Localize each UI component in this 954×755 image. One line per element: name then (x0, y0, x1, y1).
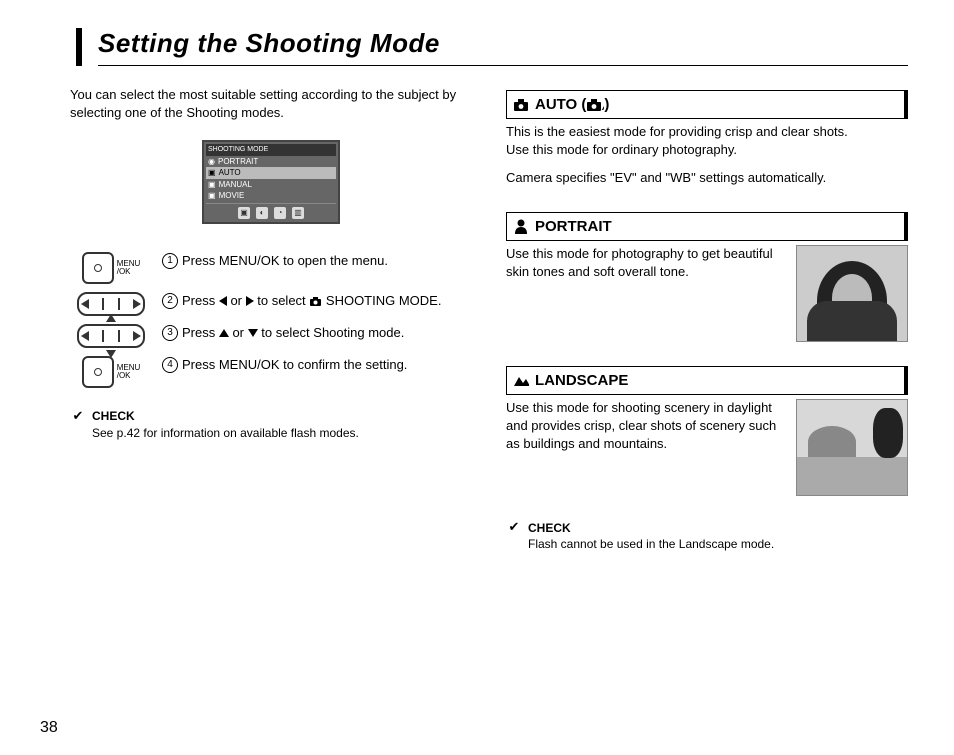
step-number: 4 (162, 357, 178, 373)
camera-a-icon: A (586, 98, 604, 112)
lcd-item-movie: ▣MOVIE (206, 190, 336, 201)
step-number: 1 (162, 253, 178, 269)
step-2: 2 Press or to select SHOOTING MODE. (70, 292, 472, 316)
intro-text: You can select the most suitable setting… (70, 86, 472, 122)
page-number: 38 (40, 719, 58, 737)
step-text: Press or to select SHOOTING MODE. (182, 292, 441, 310)
settings-icon: ▥ (292, 207, 304, 219)
up-arrow-icon (219, 329, 229, 337)
mode-body: Use this mode for ordinary photography. (506, 141, 908, 159)
step-number: 2 (162, 293, 178, 309)
lcd-bottom-icons: ▣ ◐ ◔ ▥ (206, 203, 336, 220)
steps-list: MENU/OK 1 Press MENU/OK to open the menu… (70, 252, 472, 388)
check-note-left: ✔ CHECK See p.42 for information on avai… (70, 408, 472, 442)
left-column: You can select the most suitable setting… (70, 86, 472, 553)
camera-icon (309, 296, 322, 307)
mode-body: Use this mode for photography to get bea… (506, 245, 784, 281)
left-right-dpad-image (70, 292, 152, 316)
step-number: 3 (162, 325, 178, 341)
page-title-wrap: Setting the Shooting Mode (76, 28, 908, 66)
left-arrow-icon (219, 296, 227, 306)
menu-ok-button-image: MENU/OK (70, 356, 152, 388)
timer-icon: ◔ (274, 207, 286, 219)
step-3: 3 Press or to select Shooting mode. (70, 324, 472, 348)
mode-body: This is the easiest mode for providing c… (506, 123, 908, 141)
lcd-header: SHOOTING MODE (206, 144, 336, 156)
portrait-icon (513, 218, 529, 234)
step-1: MENU/OK 1 Press MENU/OK to open the menu… (70, 252, 472, 284)
mode-body: Use this mode for shooting scenery in da… (506, 399, 784, 454)
check-title: CHECK (92, 409, 135, 423)
step-text: Press MENU/OK to confirm the setting. (182, 356, 407, 374)
check-icon: ✔ (70, 408, 86, 424)
mode-portrait: PORTRAIT Use this mode for photography t… (506, 212, 908, 342)
camera-icon: ▣ (238, 207, 250, 219)
portrait-sample-image (796, 245, 908, 342)
mode-title: AUTO (A) (535, 94, 609, 115)
mode-title: LANDSCAPE (535, 370, 628, 391)
lcd-item-portrait: ◉PORTRAIT (206, 156, 336, 167)
camera-icon (513, 97, 529, 113)
mode-landscape: LANDSCAPE Use this mode for shooting sce… (506, 366, 908, 496)
step-text: Press MENU/OK to open the menu. (182, 252, 388, 270)
flash-icon: ◐ (256, 207, 268, 219)
check-icon: ✔ (506, 520, 522, 536)
mode-auto: AUTO (A) This is the easiest mode for pr… (506, 90, 908, 188)
mode-title: PORTRAIT (535, 216, 612, 237)
landscape-icon (513, 372, 529, 388)
landscape-sample-image (796, 399, 908, 496)
right-arrow-icon (246, 296, 254, 306)
check-text: See p.42 for information on available fl… (92, 426, 359, 440)
up-down-dpad-image (70, 324, 152, 348)
check-note-right: ✔ CHECK Flash cannot be used in the Land… (506, 520, 908, 554)
step-text: Press or to select Shooting mode. (182, 324, 404, 342)
lcd-item-auto: ▣AUTO (206, 167, 336, 178)
menu-ok-button-image: MENU/OK (70, 252, 152, 284)
down-arrow-icon (248, 329, 258, 337)
mode-body: Camera specifies "EV" and "WB" settings … (506, 169, 908, 187)
lcd-item-manual: ▣MANUAL (206, 179, 336, 190)
lcd-screen: SHOOTING MODE ◉PORTRAIT ▣AUTO ▣MANUAL ▣M… (202, 140, 340, 224)
right-column: AUTO (A) This is the easiest mode for pr… (506, 86, 908, 553)
step-4: MENU/OK 4 Press MENU/OK to confirm the s… (70, 356, 472, 388)
check-title: CHECK (528, 521, 571, 535)
page-title: Setting the Shooting Mode (98, 28, 908, 66)
check-text: Flash cannot be used in the Landscape mo… (528, 537, 774, 551)
